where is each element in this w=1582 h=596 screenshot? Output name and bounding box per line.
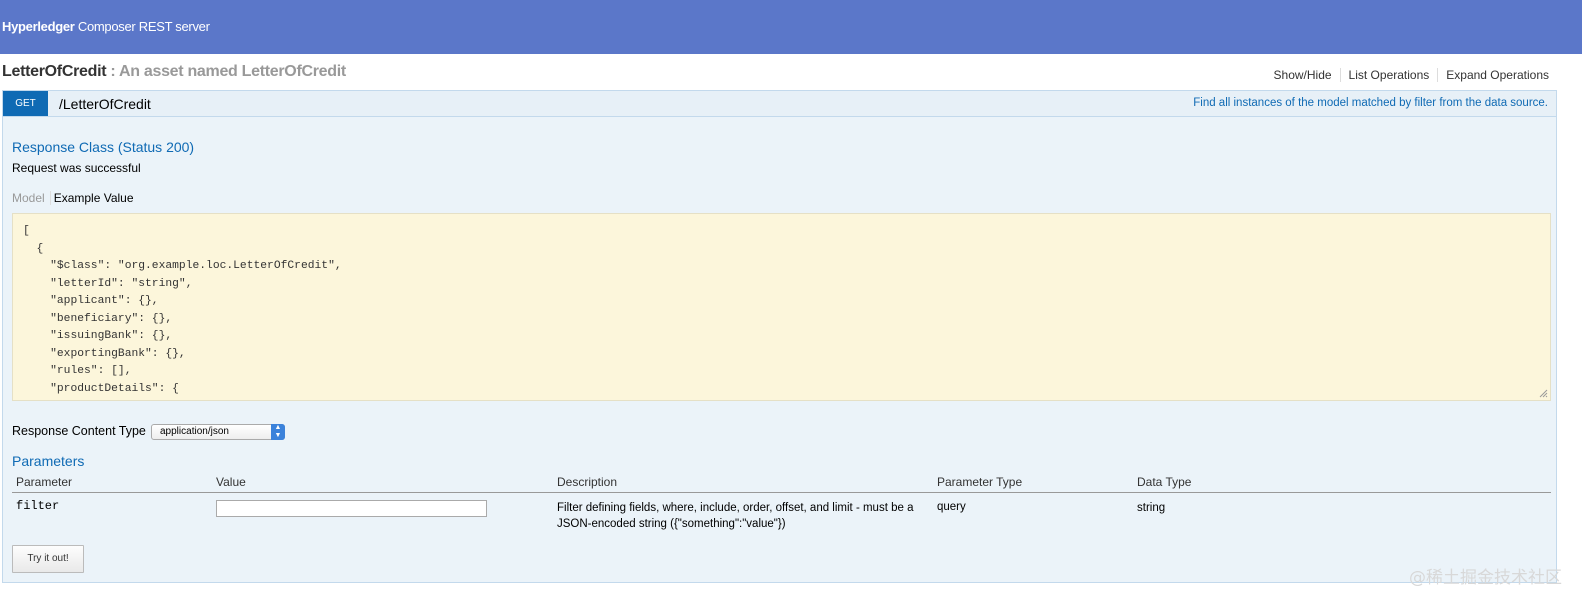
- filter-value-input[interactable]: [216, 500, 487, 517]
- resource-separator: :: [106, 63, 119, 80]
- col-header-parameter-type: Parameter Type: [937, 475, 1023, 489]
- tab-model[interactable]: Model: [12, 191, 51, 205]
- signature-tabs: Model Example Value: [12, 191, 134, 205]
- watermark: @稀土掘金技术社区: [1409, 568, 1562, 588]
- resource-heading[interactable]: LetterOfCredit : An asset named LetterOf…: [2, 63, 346, 81]
- app-title-bold: Hyperledger: [2, 19, 75, 34]
- col-header-description: Description: [557, 475, 618, 489]
- resize-grip-icon[interactable]: [1539, 389, 1548, 398]
- operation-path[interactable]: /LetterOfCredit: [59, 96, 151, 112]
- tab-example-value[interactable]: Example Value: [51, 191, 134, 205]
- http-method-badge[interactable]: GET: [3, 91, 48, 116]
- col-header-data-type: Data Type: [1137, 475, 1192, 489]
- example-value-snippet[interactable]: [ { "$class": "org.example.loc.LetterOfC…: [12, 213, 1551, 401]
- response-content-type-select[interactable]: application/json ▲ ▼: [151, 424, 285, 440]
- param-name: filter: [16, 499, 60, 513]
- resource-links: Show/Hide List Operations Expand Operati…: [1266, 68, 1549, 82]
- col-header-value: Value: [216, 475, 246, 489]
- header-divider: [12, 492, 1551, 493]
- example-json: [ { "$class": "org.example.loc.LetterOfC…: [23, 225, 342, 395]
- content-type-value: application/json: [160, 426, 229, 437]
- list-operations-link[interactable]: List Operations: [1341, 68, 1439, 82]
- app-title[interactable]: Hyperledger Composer REST server: [2, 19, 210, 34]
- operation-summary[interactable]: Find all instances of the model matched …: [1193, 97, 1548, 109]
- expand-operations-link[interactable]: Expand Operations: [1438, 68, 1549, 82]
- response-class-heading: Response Class (Status 200): [12, 139, 195, 155]
- top-header-bar: Hyperledger Composer REST server: [0, 0, 1582, 54]
- resource-name[interactable]: LetterOfCredit: [2, 63, 107, 80]
- parameters-heading: Parameters: [12, 453, 85, 469]
- show-hide-link[interactable]: Show/Hide: [1266, 68, 1341, 82]
- col-header-parameter: Parameter: [16, 475, 73, 489]
- response-message: Request was successful: [12, 161, 141, 175]
- resource-description: An asset named LetterOfCredit: [119, 63, 346, 80]
- param-data-type: string: [1137, 502, 1166, 514]
- operation-content: Response Class (Status 200) Request was …: [2, 117, 1557, 583]
- param-description: Filter defining fields, where, include, …: [557, 502, 914, 530]
- response-content-type-label: Response Content Type: [12, 424, 146, 438]
- operation-heading[interactable]: GET /LetterOfCredit Find all instances o…: [2, 90, 1557, 117]
- try-it-out-button[interactable]: Try it out!: [12, 545, 84, 573]
- param-type: query: [937, 501, 966, 513]
- select-arrow-icon: ▲ ▼: [271, 424, 285, 440]
- app-title-rest: Composer REST server: [74, 19, 210, 34]
